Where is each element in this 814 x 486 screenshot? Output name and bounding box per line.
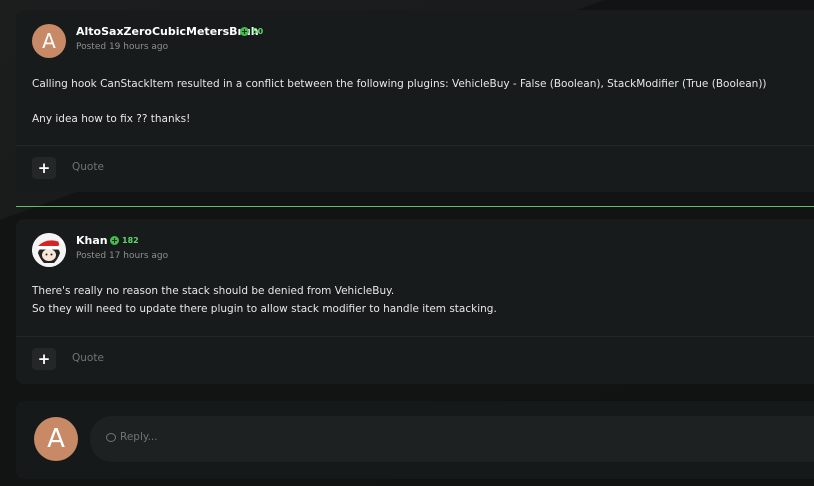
plus-circle-icon: + bbox=[110, 236, 119, 245]
reputation-count: 182 bbox=[122, 236, 139, 245]
post-timestamp[interactable]: Posted 19 hours ago bbox=[76, 42, 168, 52]
quote-button[interactable]: Quote bbox=[72, 352, 104, 364]
plus-icon: + bbox=[37, 159, 51, 177]
author-name[interactable]: Khan bbox=[76, 234, 108, 247]
reply-placeholder: Reply... bbox=[106, 431, 158, 443]
avatar-letter: A bbox=[47, 424, 65, 454]
avatar-letter: A bbox=[42, 29, 56, 53]
post-body-line: Calling hook CanStackItem resulted in a … bbox=[32, 78, 767, 90]
avatar[interactable] bbox=[32, 233, 66, 267]
post-card: Khan + 182 Posted 17 hours ago There's r… bbox=[16, 219, 814, 384]
post-card: A AltoSaxZeroCubicMetersBruh + 50 Posted… bbox=[16, 10, 814, 192]
add-reaction-button[interactable]: + bbox=[32, 348, 56, 370]
add-reaction-button[interactable]: + bbox=[32, 157, 56, 179]
post-body-line: So they will need to update there plugin… bbox=[32, 303, 497, 315]
post-timestamp[interactable]: Posted 17 hours ago bbox=[76, 251, 168, 261]
avatar[interactable]: A bbox=[32, 24, 66, 58]
reply-card: A Reply... bbox=[16, 401, 814, 479]
reputation-badge: + 182 bbox=[110, 236, 139, 245]
quote-button[interactable]: Quote bbox=[72, 161, 104, 173]
post-body-line: Any idea how to fix ?? thanks! bbox=[32, 113, 191, 125]
divider bbox=[16, 145, 814, 146]
reputation-count: 50 bbox=[252, 27, 264, 36]
reply-input[interactable]: Reply... bbox=[90, 416, 814, 462]
divider bbox=[16, 336, 814, 337]
speech-bubble-icon bbox=[106, 432, 116, 442]
reputation-badge: + 50 bbox=[240, 27, 263, 36]
plus-icon: + bbox=[37, 350, 51, 368]
post-body-line: There's really no reason the stack shoul… bbox=[32, 285, 395, 297]
reply-placeholder-text: Reply... bbox=[120, 431, 158, 443]
santa-hat-avatar-icon bbox=[32, 233, 66, 267]
author-name[interactable]: AltoSaxZeroCubicMetersBruh bbox=[76, 25, 259, 38]
post-separator bbox=[16, 206, 814, 207]
plus-circle-icon: + bbox=[240, 27, 249, 36]
avatar: A bbox=[34, 417, 78, 461]
